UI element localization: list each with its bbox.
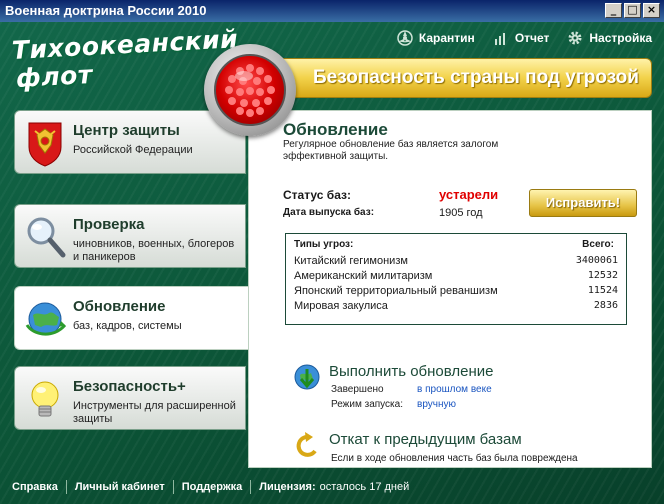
threat-count: 3400061 bbox=[575, 255, 618, 266]
top-menu: Карантин Отчет Настройка bbox=[397, 30, 652, 46]
quarantine-label: Карантин bbox=[418, 31, 475, 45]
threat-table-header-total: Всего: bbox=[582, 239, 614, 250]
nav-item-scan[interactable]: Проверка чиновников, военных, блогеров и… bbox=[14, 204, 246, 268]
quarantine-button[interactable]: Карантин bbox=[397, 30, 475, 46]
page-description: Регулярное обновление баз является залог… bbox=[283, 139, 499, 162]
alarm-lens bbox=[214, 54, 286, 126]
run-mode-value[interactable]: вручную bbox=[417, 399, 456, 410]
threat-banner-text: Безопасность страны под угрозой bbox=[313, 67, 639, 88]
nav-item-title: Проверка bbox=[73, 216, 145, 233]
footer-divider bbox=[250, 480, 252, 494]
threat-count: 11524 bbox=[587, 285, 618, 296]
fix-button[interactable]: Исправить! bbox=[529, 189, 637, 217]
threat-table: Типы угроз: Всего: Китайский гегимонизм … bbox=[285, 233, 627, 325]
window-controls: _ □ × bbox=[605, 3, 660, 18]
threat-count: 12532 bbox=[587, 270, 618, 281]
page-title: Обновление bbox=[283, 120, 388, 139]
settings-label: Настройка bbox=[589, 31, 652, 45]
footer-divider bbox=[172, 480, 174, 494]
db-status-label: Статус баз: bbox=[283, 188, 351, 202]
db-date-value: 1905 год bbox=[439, 207, 483, 219]
table-row: Американский милитаризм 12532 bbox=[294, 270, 618, 283]
window-title-bar[interactable]: Военная доктрина России 2010 _ □ × bbox=[0, 0, 664, 22]
help-link[interactable]: Справка bbox=[12, 481, 58, 493]
threat-name: Американский милитаризм bbox=[294, 270, 433, 282]
table-row: Китайский гегимонизм 3400061 bbox=[294, 255, 618, 268]
footer-divider bbox=[65, 480, 67, 494]
nav-item-subtitle: чиновников, военных, блогеров и паникеро… bbox=[73, 238, 235, 263]
rollback-link[interactable]: Откат к предыдущим базам bbox=[329, 431, 522, 448]
run-mode-label: Режим запуска: bbox=[331, 399, 403, 410]
nav-item-subtitle: баз, кадров, системы bbox=[73, 320, 182, 332]
license-value: осталось 17 дней bbox=[319, 481, 410, 493]
rollback-description: Если в ходе обновления часть баз была по… bbox=[331, 453, 578, 464]
footer-bar: Справка Личный кабинет Поддержка Лицензи… bbox=[0, 470, 664, 504]
download-arrow-icon bbox=[294, 364, 320, 390]
settings-button[interactable]: Настройка bbox=[567, 30, 652, 46]
nav-item-title: Безопасность+ bbox=[73, 378, 186, 395]
table-row: Японский территориальный реваншизм 11524 bbox=[294, 285, 618, 298]
brand-line-1: Тихоокеанский bbox=[11, 24, 239, 65]
nav-item-title: Центр защиты bbox=[73, 122, 180, 139]
bar-chart-icon bbox=[494, 33, 505, 45]
gear-icon bbox=[568, 31, 582, 45]
biohazard-icon bbox=[397, 30, 413, 46]
threat-banner: Безопасность страны под угрозой bbox=[268, 58, 652, 98]
magnifier-icon bbox=[27, 217, 66, 258]
db-date-label: Дата выпуска баз: bbox=[283, 207, 375, 218]
report-button[interactable]: Отчет bbox=[493, 30, 550, 46]
undo-arrow-icon bbox=[296, 432, 317, 457]
content-panel: Обновление Регулярное обновление баз явл… bbox=[248, 110, 652, 468]
table-row: Мировая закулиса 2836 bbox=[294, 300, 618, 313]
globe-icon bbox=[25, 302, 67, 336]
brand-line-2: флот bbox=[15, 60, 94, 93]
nav-item-title: Обновление bbox=[73, 298, 166, 315]
nav-item-security-plus[interactable]: Безопасность+ Инструменты для расширенно… bbox=[14, 366, 246, 430]
update-completed-label: Завершено bbox=[331, 384, 384, 395]
nav-item-protection-center[interactable]: Центр защиты Российской Федерации bbox=[14, 110, 246, 174]
run-update-link[interactable]: Выполнить обновление bbox=[329, 363, 493, 380]
threat-count: 2836 bbox=[593, 300, 618, 311]
db-status-value: устарели bbox=[439, 187, 499, 202]
alarm-led-icon bbox=[225, 64, 275, 117]
run-update-action: Выполнить обновление Завершено в прошлом… bbox=[293, 363, 633, 411]
nav-item-subtitle: Российской Федерации bbox=[73, 144, 193, 156]
close-button[interactable]: × bbox=[643, 3, 660, 18]
threat-name: Японский территориальный реваншизм bbox=[294, 285, 498, 297]
minimize-button[interactable]: _ bbox=[605, 3, 622, 18]
threat-name: Китайский гегимонизм bbox=[294, 255, 408, 267]
account-link[interactable]: Личный кабинет bbox=[75, 481, 165, 493]
nav-item-update[interactable]: Обновление баз, кадров, системы bbox=[14, 286, 248, 350]
threat-name: Мировая закулиса bbox=[294, 300, 388, 312]
run-mode-row: Режим запуска: вручную bbox=[331, 399, 456, 410]
window-title: Военная доктрина России 2010 bbox=[5, 3, 207, 18]
maximize-button[interactable]: □ bbox=[624, 3, 641, 18]
update-completed-value[interactable]: в прошлом веке bbox=[417, 384, 492, 395]
report-label: Отчет bbox=[514, 31, 550, 45]
app-frame: Тихоокеанский флот Карантин Отчет Настро… bbox=[0, 22, 664, 504]
nav-item-subtitle: Инструменты для расширенной защиты bbox=[73, 400, 236, 425]
lightbulb-icon bbox=[31, 381, 59, 417]
threat-table-header-types: Типы угроз: bbox=[294, 239, 354, 250]
rollback-action: Откат к предыдущим базам Если в ходе обн… bbox=[293, 431, 633, 467]
license-label: Лицензия: bbox=[259, 481, 316, 493]
alarm-light bbox=[204, 44, 296, 136]
update-completed-row: Завершено в прошлом веке bbox=[331, 384, 492, 395]
coat-of-arms-icon bbox=[28, 122, 62, 167]
support-link[interactable]: Поддержка bbox=[182, 481, 243, 493]
